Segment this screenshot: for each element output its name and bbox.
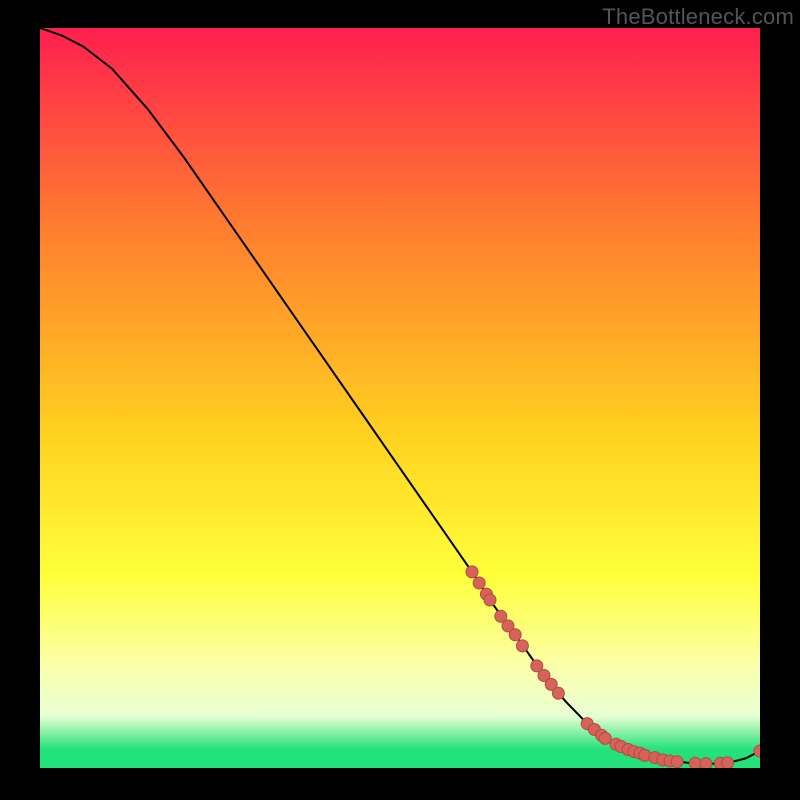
data-marker [722, 757, 734, 768]
data-marker [552, 687, 564, 699]
data-marker [700, 758, 712, 768]
data-marker [509, 629, 521, 641]
gradient-background [40, 28, 760, 768]
data-marker [689, 757, 701, 768]
chart-frame: TheBottleneck.com [0, 0, 800, 800]
data-marker [473, 577, 485, 589]
watermark-text: TheBottleneck.com [602, 4, 794, 30]
data-marker [516, 640, 528, 652]
data-marker [599, 732, 611, 744]
plot-area [40, 28, 760, 768]
data-marker [671, 756, 683, 768]
plot-svg [40, 28, 760, 768]
data-marker [484, 594, 496, 606]
data-marker [466, 566, 478, 578]
